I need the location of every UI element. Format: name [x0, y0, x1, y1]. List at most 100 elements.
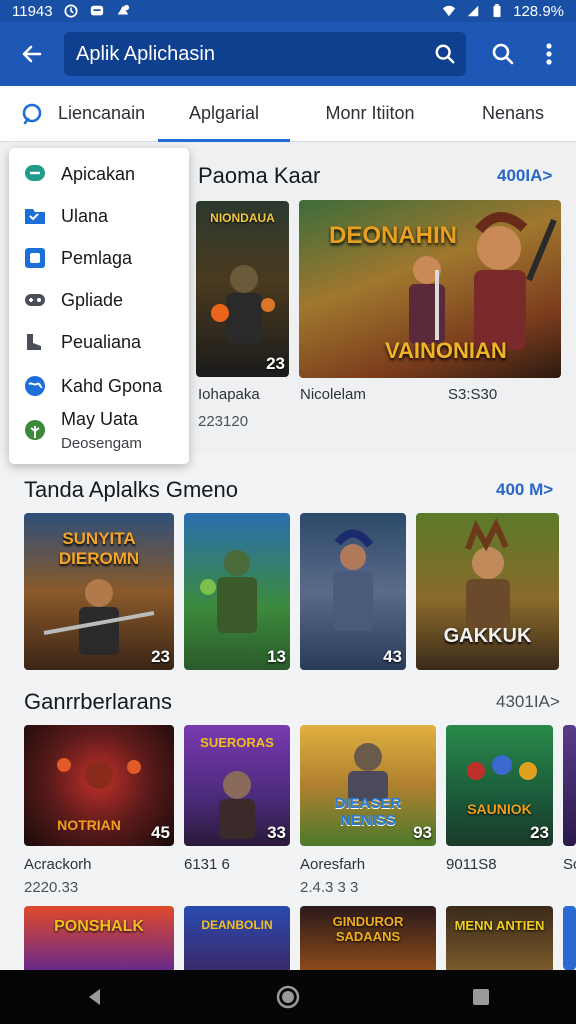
- nav-recents-icon[interactable]: [471, 987, 491, 1007]
- more-link[interactable]: 4301IA>: [496, 692, 560, 712]
- menu-item-label: Peualiana: [61, 331, 142, 352]
- app-tile[interactable]: GINDUROR SADAANS: [300, 906, 436, 970]
- search-input[interactable]: [76, 42, 434, 66]
- app-name: Iohapaka: [198, 386, 260, 403]
- battery-icon: [493, 4, 501, 18]
- game-art-title: NIONDAUA: [210, 211, 275, 225]
- search-icon: [492, 43, 514, 65]
- menu-item-label: Pemlaga: [61, 247, 133, 268]
- tab-label: Aplgarial: [188, 103, 260, 123]
- chat-bubble-icon: [22, 103, 42, 124]
- menu-item-label: Ulana: [61, 205, 109, 226]
- menu-item-sublabel: Deosengam: [61, 435, 142, 452]
- more-link[interactable]: 400IA>: [497, 166, 552, 186]
- game-art-title: SAUNIOK: [467, 801, 532, 817]
- app-tile[interactable]: GAKKUK: [416, 513, 559, 670]
- rating-badge: 23: [151, 647, 170, 666]
- chat-icon: [23, 162, 47, 186]
- app-name: Acrackorh: [24, 856, 92, 873]
- tab-aplgarial[interactable]: Aplgarial: [158, 86, 290, 142]
- menu-item-pemlaga[interactable]: Pemlaga: [9, 237, 189, 279]
- game-art-title: NOTRIAN: [57, 817, 121, 833]
- game-art-title: DIEASER NENISS: [334, 795, 402, 829]
- app-tile[interactable]: 43: [300, 513, 406, 670]
- status-bar: 11943 128.9%: [0, 0, 576, 22]
- game-art-subtitle: VAINONIAN: [385, 338, 507, 363]
- app-name: Sc: [563, 856, 576, 873]
- message-icon: [90, 5, 103, 16]
- app-downloads: 2220.33: [24, 879, 79, 896]
- app-tile[interactable]: PONSHALK: [24, 906, 174, 970]
- game-art-title: DEANBOLIN: [201, 918, 273, 932]
- more-vert-icon: [546, 43, 552, 65]
- notification-icon: [117, 4, 129, 15]
- tab-nenans[interactable]: Nenans: [450, 86, 576, 142]
- menu-item-peualiana[interactable]: Peualiana: [9, 321, 189, 363]
- menu-item-apicakan[interactable]: Apicakan: [9, 153, 189, 195]
- dropdown-menu: Apicakan Ulana Pemlaga Gpliade Peualiana…: [9, 148, 189, 464]
- nav-back-icon[interactable]: [85, 987, 105, 1007]
- tab-bar: Liencanain Aplgarial Monr Itiiton Nenans: [0, 86, 576, 142]
- tab-monr-itiiton[interactable]: Monr Itiiton: [290, 86, 450, 142]
- app-tile[interactable]: MENN ANTIEN: [446, 906, 553, 970]
- game-art-title: PONSHALK: [54, 918, 144, 935]
- wifi-icon: [443, 5, 456, 17]
- app-tile[interactable]: SAUNIOK 23: [446, 725, 553, 846]
- app-downloads: 223120: [198, 413, 249, 430]
- app-tile[interactable]: DEANBOLIN: [184, 906, 290, 970]
- rating-badge: 33: [267, 823, 286, 842]
- system-nav-bar: [0, 970, 576, 1024]
- app-tile[interactable]: SUNYITA DIEROMN 23: [24, 513, 174, 670]
- arrow-left-icon: [22, 45, 42, 63]
- menu-item-label: Kahd Gpona: [61, 375, 163, 396]
- app-name: 9011S8: [446, 856, 497, 873]
- status-time: 11943: [12, 2, 53, 20]
- more-link[interactable]: 400 M>: [496, 480, 553, 500]
- leaf-icon: [23, 418, 47, 442]
- search-button[interactable]: [480, 22, 526, 86]
- app-tile[interactable]: NOTRIAN 45: [24, 725, 174, 846]
- signal-icon: [467, 5, 479, 17]
- app-tile[interactable]: [563, 725, 576, 846]
- menu-item-label: May Uata: [61, 408, 139, 429]
- app-downloads: 2.4.3 3 3: [300, 879, 359, 896]
- search-bar[interactable]: [64, 32, 466, 76]
- app-grid-icon: [23, 246, 47, 270]
- tab-label: Liencanain: [58, 103, 146, 123]
- folder-icon: [23, 204, 47, 228]
- overflow-menu-button[interactable]: [526, 22, 572, 86]
- clock-icon: [64, 4, 78, 18]
- back-button[interactable]: [0, 22, 64, 86]
- game-art-title: MENN ANTIEN: [454, 918, 545, 933]
- menu-item-ulana[interactable]: Ulana: [9, 195, 189, 237]
- rating-badge: 13: [267, 647, 286, 666]
- app-price: S3:S30: [448, 386, 498, 403]
- section-title: Tanda Aplalks Gmeno: [24, 477, 239, 502]
- app-tile[interactable]: NIONDAUA 23: [196, 201, 289, 377]
- app-bar: [0, 22, 576, 86]
- game-art-image: [211, 265, 275, 343]
- featured-game-banner[interactable]: DEONAHIN VAINONIAN: [299, 200, 561, 378]
- rating-badge: 23: [266, 354, 285, 373]
- app-tile[interactable]: SUERORAS 33: [184, 725, 290, 846]
- app-tile[interactable]: 13: [184, 513, 290, 670]
- game-art-title: GAKKUK: [443, 625, 532, 647]
- nav-home-icon[interactable]: [276, 985, 300, 1009]
- tab-label: Monr Itiiton: [325, 103, 415, 123]
- menu-item-kahd-gpona[interactable]: Kahd Gpona: [9, 365, 189, 407]
- app-name: Aoresfarh: [300, 856, 366, 873]
- rating-badge: 23: [530, 823, 549, 842]
- tab-label: Nenans: [481, 103, 545, 123]
- menu-item-may-uata[interactable]: May Uata: [9, 404, 189, 440]
- app-tile[interactable]: DIEASER NENISS 93: [300, 725, 436, 846]
- game-art-title: DEONAHIN: [329, 222, 458, 249]
- rating-badge: 45: [151, 823, 170, 842]
- menu-item-label: Apicakan: [61, 163, 136, 184]
- search-icon[interactable]: [434, 43, 456, 65]
- app-name: 6131 6: [184, 856, 230, 873]
- gamepad-icon: [23, 288, 47, 312]
- menu-item-gpliade[interactable]: Gpliade: [9, 279, 189, 321]
- section-title: Ganrrberlarans: [24, 689, 172, 714]
- tab-liencanain[interactable]: Liencanain: [0, 86, 158, 142]
- app-tile[interactable]: [563, 906, 576, 970]
